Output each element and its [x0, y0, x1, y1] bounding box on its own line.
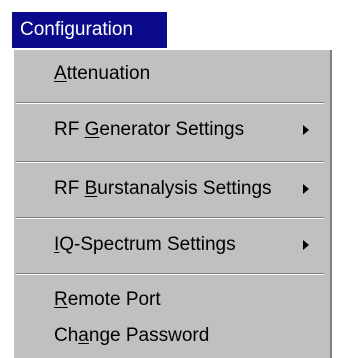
submenu-arrow-icon [303, 240, 309, 250]
menu-item-label: Attenuation [54, 63, 151, 84]
menu-separator [16, 217, 324, 219]
submenu-arrow-icon [303, 184, 309, 194]
menu-separator [16, 161, 324, 163]
menu-separator [16, 102, 324, 104]
menu-item-label: Remote Port [54, 289, 161, 310]
menu-item-label: RF Burstanalysis Settings [54, 178, 272, 199]
menu-item-label: RF Generator Settings [54, 119, 245, 140]
configuration-dropdown-menu: Attenuation RF Generator Settings RF Bur… [12, 48, 332, 358]
menu-item-rf-generator-settings[interactable]: RF Generator Settings [14, 112, 326, 148]
submenu-arrow-icon [303, 125, 309, 135]
menu-item-iq-spectrum-settings[interactable]: IQ-Spectrum Settings [14, 227, 326, 263]
configuration-menu-title[interactable]: Configuration [12, 12, 167, 48]
menu-item-remote-port[interactable]: Remote Port [14, 282, 326, 318]
menu-item-attenuation[interactable]: Attenuation [14, 56, 326, 92]
menu-item-rf-burstanalysis-settings[interactable]: RF Burstanalysis Settings [14, 171, 326, 207]
menu-separator [16, 273, 324, 275]
menu-item-label: IQ-Spectrum Settings [54, 234, 236, 255]
